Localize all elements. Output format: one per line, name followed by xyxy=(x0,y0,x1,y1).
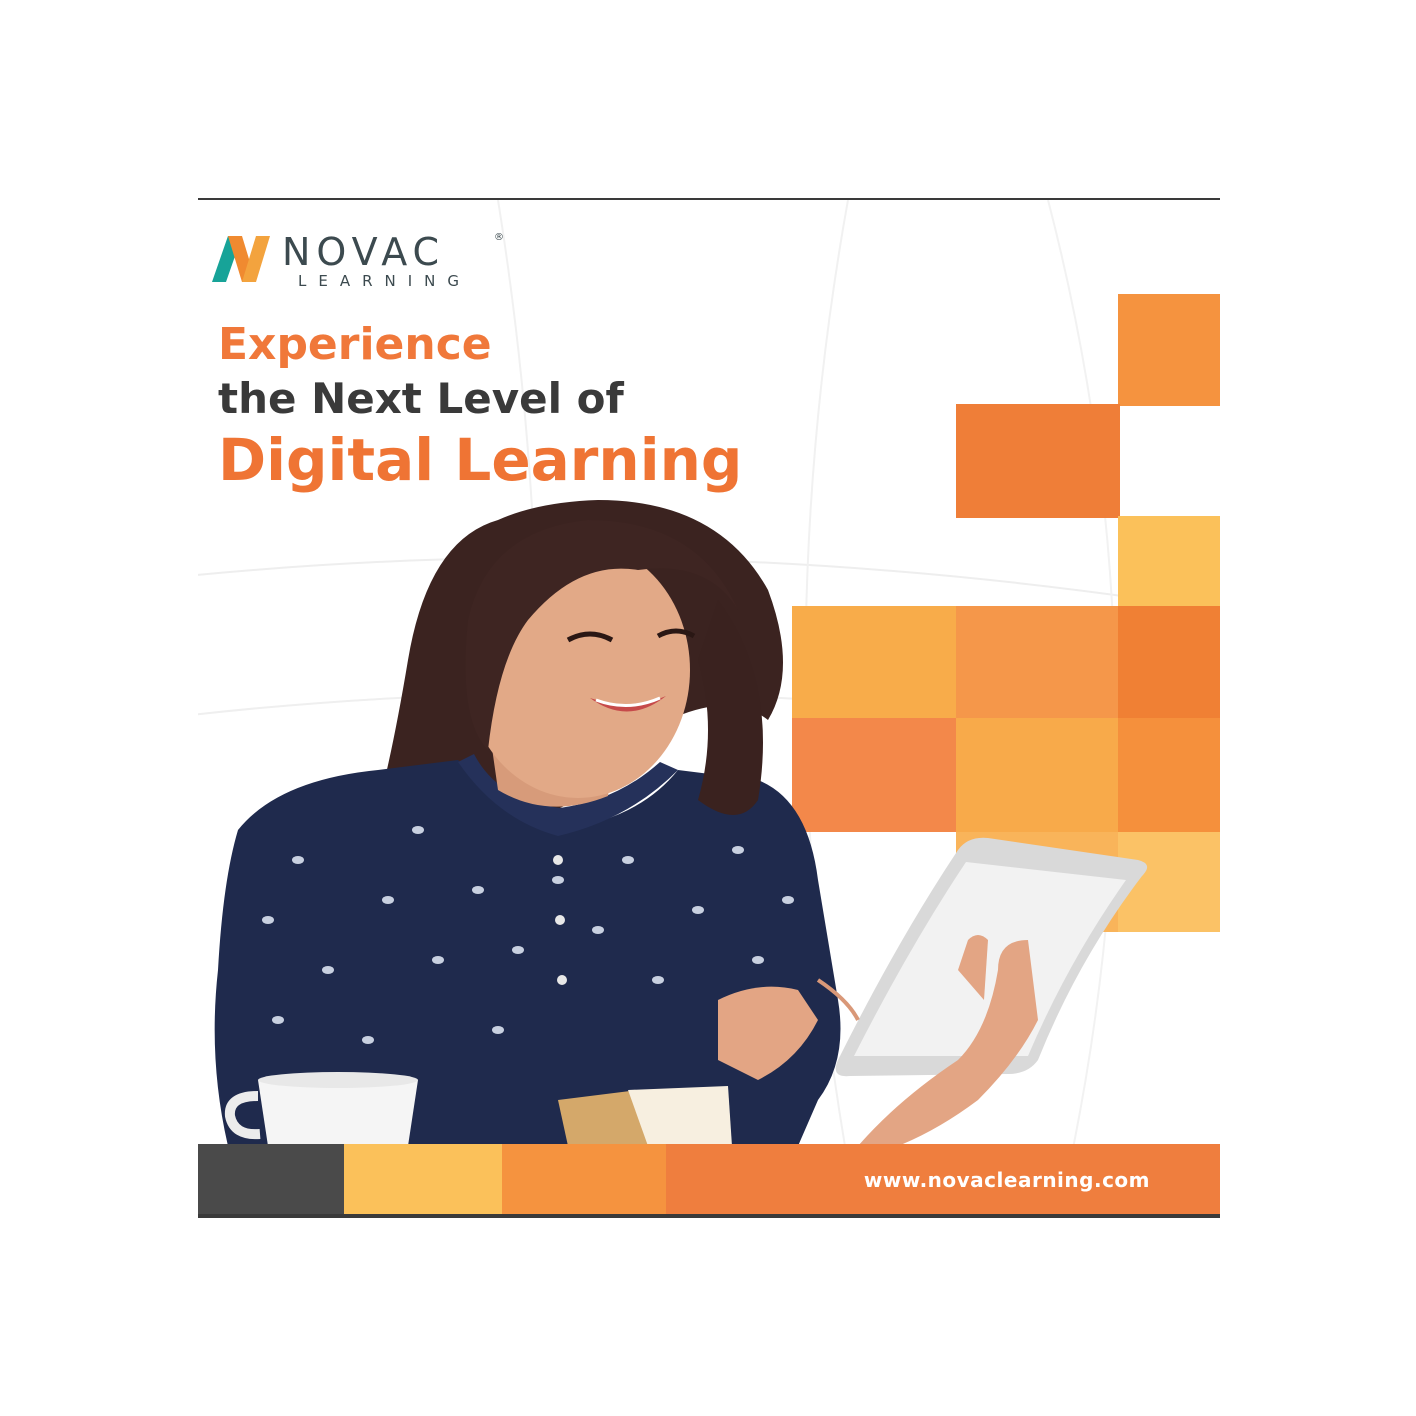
promo-card: NOVAC ® LEARNING Experience the Next Lev… xyxy=(198,200,1220,1218)
triangular-n-logo-icon xyxy=(212,236,270,282)
brand-logo[interactable]: NOVAC ® LEARNING xyxy=(212,232,522,292)
mosaic-tile xyxy=(1118,294,1220,406)
bottom-divider xyxy=(198,1214,1220,1218)
brand-name: NOVAC xyxy=(282,230,446,274)
footer-block-yellow xyxy=(344,1144,502,1214)
website-url-link[interactable]: www.novaclearning.com xyxy=(864,1168,1150,1192)
registered-mark: ® xyxy=(494,232,504,243)
headline-line-1: Experience xyxy=(218,319,492,370)
footer-bar: www.novaclearning.com xyxy=(198,1144,1220,1214)
footer-block-dark xyxy=(198,1144,344,1214)
headline-line-3: Digital Learning xyxy=(218,426,743,494)
headline: Experience the Next Level of Digital Lea… xyxy=(218,318,938,494)
headline-line-2: the Next Level of xyxy=(218,374,624,423)
brand-subtitle: LEARNING xyxy=(298,272,472,290)
page: NOVAC ® LEARNING Experience the Next Lev… xyxy=(0,0,1416,1416)
footer-block-orange xyxy=(502,1144,666,1214)
woman-with-tablet-photo xyxy=(214,500,1148,1146)
